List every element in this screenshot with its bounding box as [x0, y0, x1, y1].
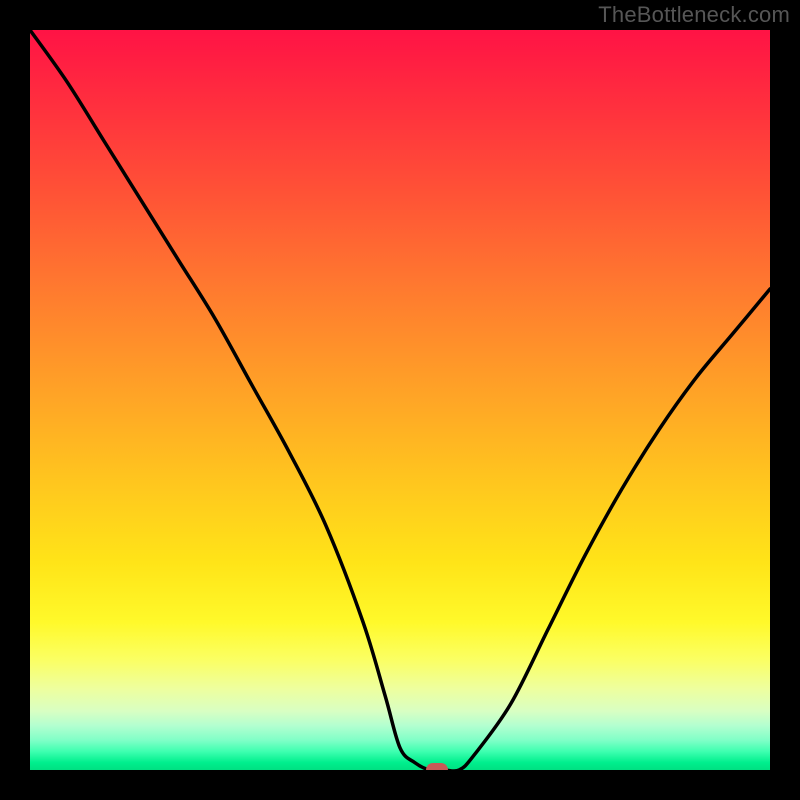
watermark-text: TheBottleneck.com: [598, 2, 790, 28]
optimal-point-marker: [426, 763, 448, 770]
curve-path: [30, 30, 770, 770]
plot-area: [30, 30, 770, 770]
chart-frame: TheBottleneck.com: [0, 0, 800, 800]
bottleneck-curve: [30, 30, 770, 770]
